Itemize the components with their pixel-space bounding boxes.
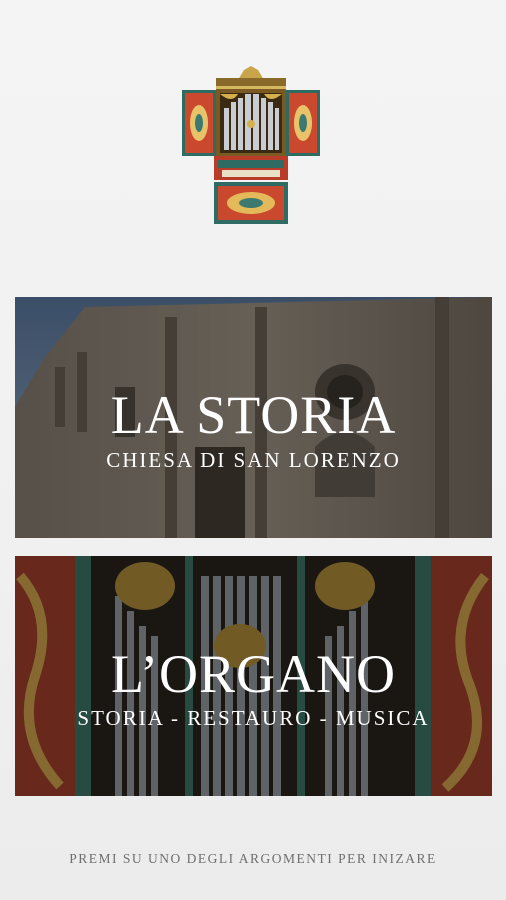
organo-card[interactable]: L’ORGANO STORIA - RESTAURO - MUSICA xyxy=(15,556,492,796)
organ-logo-icon xyxy=(180,64,322,226)
card-title: L’ORGANO xyxy=(110,644,396,704)
card-title: LA STORIA xyxy=(110,385,397,445)
storia-card[interactable]: LA STORIA CHIESA DI SAN LORENZO xyxy=(15,297,492,538)
instruction-text: PREMI SU UNO DEGLI ARGOMENTI PER INIZARE xyxy=(69,851,437,866)
card-subtitle: STORIA - RESTAURO - MUSICA xyxy=(77,706,430,730)
card-subtitle: CHIESA DI SAN LORENZO xyxy=(106,448,401,472)
